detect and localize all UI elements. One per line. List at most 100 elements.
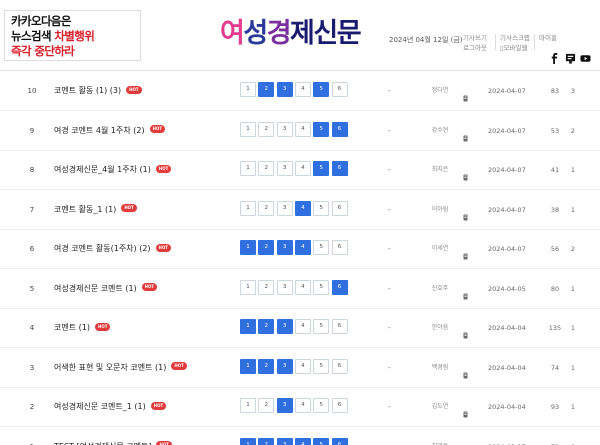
page-button[interactable]: 3: [276, 358, 293, 374]
page-button[interactable]: 1: [240, 437, 256, 445]
page-button[interactable]: 4: [294, 200, 311, 216]
page-button[interactable]: 3: [276, 200, 293, 216]
page-button[interactable]: 6: [331, 240, 348, 255]
article-title-link[interactable]: 여경 코멘트 활동(1주차) (2) HOT: [54, 229, 172, 269]
page-button[interactable]: 3: [276, 437, 293, 445]
page-button[interactable]: 4: [294, 319, 311, 334]
table-row[interactable]: 4 코멘트 (1) HOT 1 2 3 4 5 6- 한아음 2024-04-04 135 1: [0, 308, 600, 348]
page-button[interactable]: 5: [313, 161, 330, 176]
page-button[interactable]: 1: [240, 161, 256, 176]
page-button[interactable]: 6: [331, 161, 348, 176]
page-button[interactable]: 3: [276, 82, 293, 97]
page-button[interactable]: 5: [313, 200, 330, 216]
page-button[interactable]: 5: [313, 121, 330, 137]
page-button[interactable]: 2: [258, 437, 275, 445]
page-button[interactable]: 2: [258, 319, 275, 334]
page-button[interactable]: 4: [294, 358, 311, 374]
table-row[interactable]: 9 여경 코멘트 4월 1주차 (2) HOT 1 2 3 4 5 6- 강수현 2024-04-0…: [0, 111, 600, 151]
page-button[interactable]: 3: [276, 121, 293, 137]
post-date: 2024-04-07: [488, 87, 526, 95]
table-row[interactable]: 2 여성경제신문 코멘트_1 (1) HOT 1 2 3 4 5 6- 김도연 2024-04-04…: [0, 387, 600, 427]
page-button[interactable]: 5: [313, 82, 330, 97]
page-button[interactable]: 2: [258, 121, 275, 137]
page-button[interactable]: 4: [294, 240, 311, 255]
table-row[interactable]: 10 코멘트 활동 (1) (3) HOT 1 2 3 4 5 6- 정다연 2024-04-07 8…: [0, 71, 600, 111]
page-button[interactable]: 6: [331, 319, 348, 334]
blog-icon[interactable]: [565, 53, 576, 64]
page-button[interactable]: 4: [294, 398, 311, 413]
recommend-count: 2: [570, 126, 576, 135]
banner-line-3: 즉각 중단하라: [11, 44, 75, 58]
page-button[interactable]: 4: [294, 121, 311, 137]
page-button[interactable]: 4: [294, 161, 311, 176]
page-button[interactable]: 2: [258, 240, 275, 255]
article-title-link[interactable]: 여성경제신문 코멘트 (1) HOT: [54, 269, 158, 309]
table-row[interactable]: 5 여성경제신문 코멘트 (1) HOT 1 2 3 4 5 6- 신효주 2024-04-05 80…: [0, 269, 600, 309]
article-title-text: TEST [여성경제신문 코멘트]: [54, 442, 151, 445]
author-name: 백경림: [431, 363, 449, 371]
page-button[interactable]: 1: [240, 319, 256, 334]
article-title-link[interactable]: 어색한 표현 및 오문자 코멘트 (1) HOT: [54, 348, 187, 388]
page-button[interactable]: 6: [331, 200, 348, 216]
attachment-icon: [463, 166, 468, 181]
page-button[interactable]: 4: [294, 437, 311, 445]
page-button[interactable]: 2: [258, 161, 275, 176]
page-button[interactable]: 3: [276, 240, 293, 255]
table-row[interactable]: 8 여성경제신문_4월 1주차 (1) HOT 1 2 3 4 5 6- 최지은 2024-04-0…: [0, 150, 600, 190]
page-button[interactable]: 6: [331, 121, 348, 137]
page-button[interactable]: 5: [313, 398, 330, 413]
table-row[interactable]: 3 어색한 표현 및 오문자 코멘트 (1) HOT 1 2 3 4 5 6- 백경림 2024-0…: [0, 348, 600, 388]
page-button[interactable]: 5: [313, 279, 330, 295]
page-button[interactable]: 2: [258, 82, 275, 97]
page-button[interactable]: 5: [313, 240, 330, 255]
page-button[interactable]: 6: [331, 82, 348, 97]
page-button[interactable]: 2: [258, 358, 275, 374]
post-date: 2024-04-07: [488, 205, 526, 214]
page-button[interactable]: 1: [240, 398, 256, 413]
page-button[interactable]: 1: [240, 82, 256, 97]
row-dash: -: [388, 166, 391, 174]
logout-link[interactable]: 로그아웃: [463, 42, 487, 52]
table-row[interactable]: 7 코멘트 활동_1 (1) HOT 1 2 3 4 5 6- 이아림 2024-04-07 38 1: [0, 190, 600, 230]
page-button[interactable]: 1: [240, 240, 256, 255]
my-home-link[interactable]: 마이홈: [539, 32, 557, 42]
site-logo[interactable]: 여성경제신문: [220, 14, 380, 54]
article-title-link[interactable]: 코멘트 활동_1 (1) HOT: [54, 190, 137, 230]
article-title-link[interactable]: 여성경제신문_4월 1주차 (1) HOT: [54, 150, 172, 190]
page-button[interactable]: 4: [294, 82, 311, 97]
facebook-icon[interactable]: [549, 53, 560, 64]
page-button[interactable]: 1: [240, 279, 256, 295]
page-button[interactable]: 3: [276, 279, 293, 295]
page-button[interactable]: 3: [276, 161, 293, 176]
article-title-link[interactable]: 여성경제신문 코멘트_1 (1) HOT: [54, 387, 167, 427]
campaign-banner[interactable]: 카카오다음은 뉴스검색 차별행위 즉각 중단하라: [4, 10, 141, 61]
author-name: 이아림: [431, 205, 449, 213]
table-row[interactable]: 1TEST [여성경제신문 코멘트]HOT123456-최영은2024-03-2…: [0, 427, 600, 445]
page-button[interactable]: 2: [258, 200, 275, 216]
page-button[interactable]: 6: [331, 398, 348, 413]
article-title-link[interactable]: 여경 코멘트 4월 1주차 (2) HOT: [54, 111, 166, 151]
page-button[interactable]: 6: [331, 358, 348, 374]
page-button[interactable]: 5: [313, 358, 330, 374]
table-row[interactable]: 6 여경 코멘트 활동(1주차) (2) HOT 1 2 3 4 5 6- 이세연 2024-04-…: [0, 229, 600, 269]
write-article-link[interactable]: 기사쓰기: [463, 32, 487, 42]
page-button[interactable]: 1: [240, 358, 256, 374]
page-button[interactable]: 1: [240, 121, 256, 137]
page-button[interactable]: 4: [294, 279, 311, 295]
article-scrap-link[interactable]: 기사스크랩: [500, 32, 530, 42]
page-button[interactable]: 5: [313, 437, 330, 445]
page-button[interactable]: 3: [276, 398, 293, 413]
youtube-icon[interactable]: [580, 53, 591, 64]
page-button[interactable]: 6: [331, 279, 348, 295]
page-button[interactable]: 6: [331, 437, 348, 445]
page-button[interactable]: 1: [240, 200, 256, 216]
page-button[interactable]: 5: [313, 319, 330, 334]
article-title-text: 여성경제신문 코멘트_1 (1): [54, 402, 146, 411]
article-title-link[interactable]: 코멘트 활동 (1) (3) HOT: [54, 71, 142, 111]
article-title-link[interactable]: TEST [여성경제신문 코멘트] HOT: [54, 427, 172, 445]
page-button[interactable]: 3: [276, 319, 293, 334]
page-button[interactable]: 2: [258, 279, 275, 295]
mobile-web-link[interactable]: ▯모바일웹: [500, 42, 528, 52]
page-button[interactable]: 2: [258, 398, 275, 413]
article-title-link[interactable]: 코멘트 (1) HOT: [54, 308, 111, 348]
